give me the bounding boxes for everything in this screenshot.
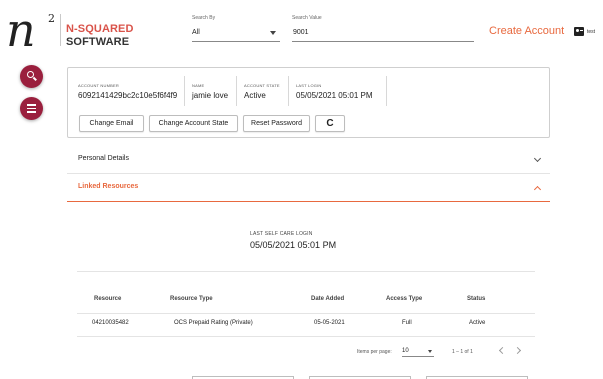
user-menu[interactable]: test (574, 27, 595, 36)
name-label: NAME (192, 83, 205, 88)
logo-superscript: 2 (48, 12, 55, 25)
cell-status: Active (469, 320, 486, 326)
account-summary-card: ACCOUNT NUMBER 6092141429bc2c10e5f6f4f9 … (67, 67, 550, 138)
chevron-right-icon[interactable] (513, 346, 522, 355)
cell-resource-type: OCS Prepaid Rating (Private) (174, 320, 253, 326)
name-field: NAME jamie love (192, 83, 228, 100)
account-state-label: ACCOUNT STATE (244, 83, 280, 88)
account-number-label: ACCOUNT NUMBER (78, 83, 119, 88)
linked-resources-panel-header[interactable]: Linked Resources (67, 174, 550, 202)
last-self-care-login-label: LAST SELF CARE LOGIN (250, 231, 313, 237)
items-per-page-select[interactable]: 10 (402, 346, 434, 357)
search-by-value: All (192, 29, 200, 36)
name-value: jamie love (192, 91, 229, 100)
cell-access-type: Full (402, 320, 412, 326)
pager-range: 1 – 1 of 1 (452, 349, 473, 355)
brand-line-2: SOFTWARE (66, 36, 130, 48)
account-number-value: 6092141429bc2c10e5f6f4f9 (78, 91, 178, 100)
refresh-button[interactable]: C (315, 115, 345, 132)
column-header-date-added[interactable]: Date Added (311, 296, 344, 302)
account-state-value: Active (244, 91, 266, 100)
field-divider (288, 76, 289, 106)
field-divider (236, 76, 237, 106)
logo-divider (60, 14, 61, 46)
search-fab-button[interactable] (20, 65, 43, 88)
app-root: n 2 N-SQUARED SOFTWARE Search By All Sea… (0, 0, 603, 379)
account-state-field: ACCOUNT STATE Active (244, 83, 280, 100)
table-divider (77, 271, 535, 272)
personal-details-title: Personal Details (78, 155, 129, 162)
last-login-value: 05/05/2021 05:01 PM (296, 91, 373, 100)
items-per-page-value: 10 (402, 348, 409, 354)
account-number-field: ACCOUNT NUMBER 6092141429bc2c10e5f6f4f9 (78, 83, 177, 100)
linked-resources-title: Linked Resources (78, 183, 139, 190)
personal-details-panel-header[interactable]: Personal Details (67, 146, 550, 174)
last-self-care-login: LAST SELF CARE LOGIN 05/05/2021 05:01 PM (250, 231, 336, 250)
table-header-divider (77, 313, 535, 314)
search-icon (27, 71, 34, 78)
table-row-divider (77, 336, 535, 337)
column-header-resource-type[interactable]: Resource Type (170, 296, 213, 302)
chevron-down-icon (533, 154, 542, 163)
field-divider (184, 76, 185, 106)
reset-password-button[interactable]: Reset Password (243, 115, 310, 132)
brand-name: N-SQUARED SOFTWARE (66, 23, 134, 49)
search-value-label: Search Value (292, 15, 322, 21)
change-account-state-button[interactable]: Change Account State (149, 115, 238, 132)
field-divider (386, 76, 387, 106)
dropdown-arrow-icon (270, 31, 276, 35)
last-login-label: LAST LOGIN (296, 83, 322, 88)
dropdown-arrow-icon (428, 350, 432, 353)
items-per-page-label: Items per page: (357, 349, 392, 355)
last-self-care-login-value: 05/05/2021 05:01 PM (250, 240, 337, 250)
chevron-up-icon (533, 185, 542, 194)
change-email-button[interactable]: Change Email (79, 115, 144, 132)
user-name: test (587, 28, 596, 35)
refresh-icon: C (326, 118, 334, 129)
column-header-resource[interactable]: Resource (94, 296, 121, 302)
cell-date-added: 05-05-2021 (314, 320, 345, 326)
create-account-link[interactable]: Create Account (489, 25, 564, 37)
chevron-left-icon[interactable] (498, 346, 507, 355)
column-header-access-type[interactable]: Access Type (386, 296, 422, 302)
menu-fab-button[interactable] (20, 97, 43, 120)
cell-resource: 04210035482 (92, 320, 129, 326)
search-by-label: Search By (192, 15, 216, 21)
search-value-input[interactable]: 9001 (292, 26, 474, 42)
search-by-select[interactable]: All (192, 26, 280, 42)
menu-icon (27, 104, 36, 113)
brand-line-1: N-SQUARED (66, 23, 134, 35)
column-header-status[interactable]: Status (467, 296, 485, 302)
account-box-icon (574, 27, 584, 36)
last-login-field: LAST LOGIN 05/05/2021 05:01 PM (296, 83, 373, 100)
